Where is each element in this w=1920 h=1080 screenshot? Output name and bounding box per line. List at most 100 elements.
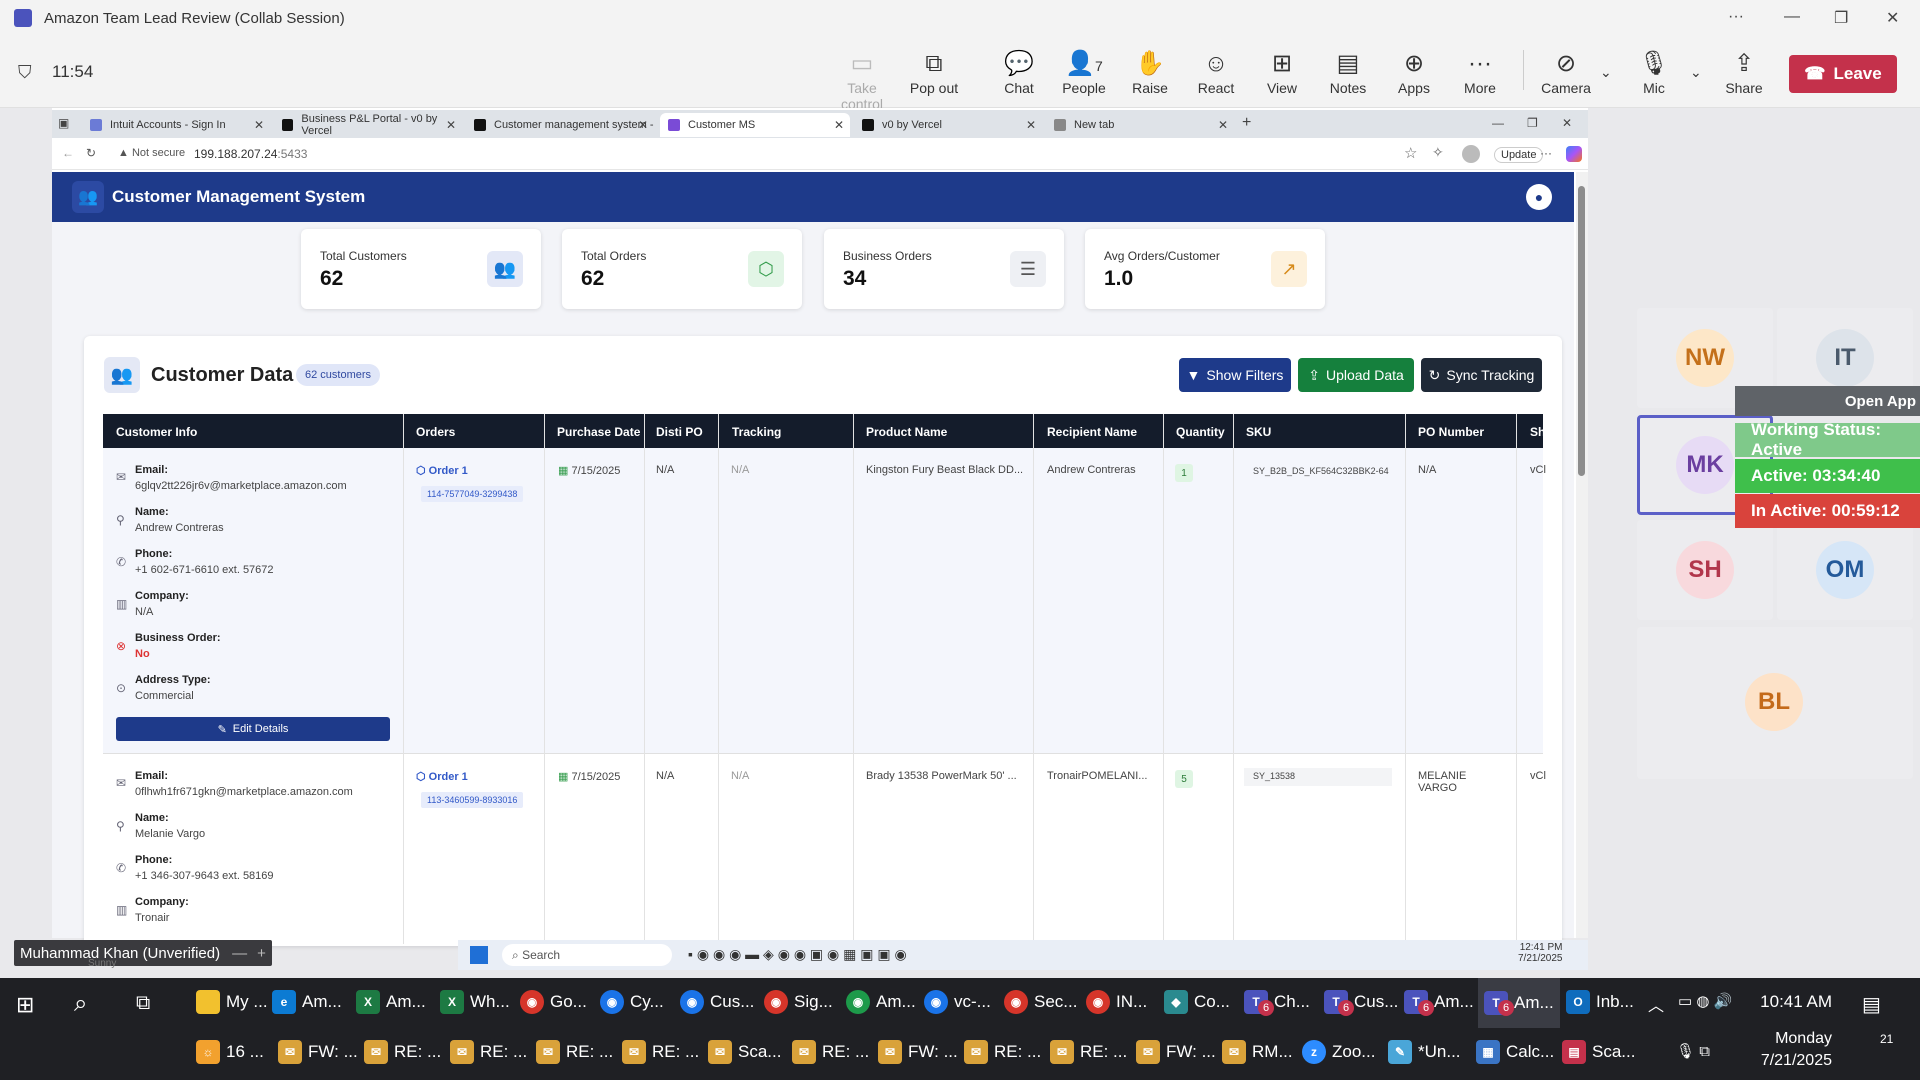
- tab-customer-mgmt[interactable]: Customer management system - ✕: [466, 113, 654, 137]
- take-control-button[interactable]: ▭ Take control: [830, 50, 894, 112]
- mic-button[interactable]: 🎙 Mic: [1622, 50, 1686, 96]
- pop-out-button[interactable]: ⧉ Pop out: [902, 50, 966, 96]
- order-id-badge[interactable]: 113-3460599-8933016: [421, 792, 524, 808]
- taskbar-app[interactable]: ▦ Calc...: [1476, 1040, 1554, 1064]
- browser-maximize-icon[interactable]: ❐: [1527, 116, 1538, 130]
- mic-options-chevron-icon[interactable]: ⌄: [1690, 64, 1702, 81]
- taskbar-app[interactable]: ✉ RE: ...: [792, 1040, 869, 1064]
- remote-start-icon[interactable]: [470, 946, 488, 964]
- battery-network-volume-icons[interactable]: ▭ ◍ 🔊: [1678, 992, 1732, 1010]
- presenter-label[interactable]: Muhammad Khan (Unverified) — +: [14, 940, 272, 966]
- apps-button[interactable]: ⊕ Apps: [1382, 50, 1446, 96]
- show-filters-button[interactable]: ▼ Show Filters: [1179, 358, 1291, 392]
- taskbar-app[interactable]: ✉ FW: ...: [1136, 1040, 1216, 1064]
- taskbar-app[interactable]: T 6 Ch...: [1244, 990, 1310, 1016]
- taskbar-app[interactable]: ✉ RM...: [1222, 1040, 1293, 1064]
- bookmark-star-icon[interactable]: ☆: [1404, 144, 1417, 162]
- people-button[interactable]: 👤7 People: [1052, 50, 1116, 96]
- tab-new-tab[interactable]: New tab ✕: [1046, 113, 1234, 137]
- tab-close-icon[interactable]: ✕: [638, 118, 648, 132]
- taskbar-app[interactable]: ◆ Co...: [1164, 990, 1230, 1014]
- browser-minimize-icon[interactable]: —: [1492, 116, 1504, 130]
- taskbar-app[interactable]: ✉ FW: ...: [278, 1040, 358, 1064]
- taskbar-app[interactable]: ✉ RE: ...: [536, 1040, 613, 1064]
- camera-button[interactable]: ⊘ Camera: [1534, 50, 1598, 96]
- back-arrow-icon[interactable]: ←: [62, 146, 74, 160]
- share-button[interactable]: ⇪ Share: [1712, 50, 1776, 96]
- scrollbar-thumb[interactable]: [1578, 186, 1585, 476]
- clock-date[interactable]: Monday 7/21/2025: [1761, 1028, 1832, 1072]
- tab-v0[interactable]: v0 by Vercel ✕: [854, 113, 1042, 137]
- taskbar-app[interactable]: e Am...: [272, 990, 342, 1014]
- more-window-options-icon[interactable]: ···: [1728, 8, 1744, 26]
- tab-close-icon[interactable]: ✕: [1218, 118, 1228, 132]
- taskbar-app[interactable]: ✉ Sca...: [708, 1040, 781, 1064]
- taskbar-app[interactable]: X Am...: [356, 990, 426, 1014]
- notes-button[interactable]: ▤ Notes: [1316, 50, 1380, 96]
- not-secure-label[interactable]: ▲ Not secure: [118, 147, 185, 159]
- edit-details-button[interactable]: ✎ Edit Details: [116, 717, 390, 741]
- taskbar-app-active[interactable]: T 6 Am...: [1478, 978, 1560, 1028]
- tab-close-icon[interactable]: ✕: [834, 118, 844, 132]
- taskbar-app[interactable]: ✉ FW: ...: [878, 1040, 958, 1064]
- tab-close-icon[interactable]: ✕: [254, 118, 264, 132]
- show-hidden-icons-chevron[interactable]: ︿: [1648, 992, 1664, 1016]
- tab-pl-portal[interactable]: Business P&L Portal - v0 by Vercel ✕: [274, 113, 462, 137]
- participant-tile-sh[interactable]: SH: [1637, 520, 1773, 620]
- participant-tile-om[interactable]: OM: [1777, 520, 1913, 620]
- user-account-icon[interactable]: ●: [1526, 184, 1552, 210]
- tab-actions-icon[interactable]: ▣: [58, 116, 69, 130]
- mic-tray-icon[interactable]: 🎙 ⧉: [1676, 1042, 1710, 1060]
- maximize-icon[interactable]: ❐: [1834, 8, 1848, 28]
- update-button[interactable]: Update: [1494, 147, 1544, 163]
- copilot-icon[interactable]: [1566, 146, 1582, 162]
- more-button[interactable]: ··· More: [1448, 50, 1512, 96]
- leave-button[interactable]: ☎ Leave: [1789, 55, 1897, 93]
- taskbar-app[interactable]: ◉ Cus...: [680, 990, 754, 1014]
- taskbar-app[interactable]: ✉ RE: ...: [450, 1040, 527, 1064]
- taskbar-app[interactable]: ✉ RE: ...: [364, 1040, 441, 1064]
- taskbar-app[interactable]: ✉ RE: ...: [1050, 1040, 1127, 1064]
- profile-avatar[interactable]: [1462, 145, 1480, 163]
- taskbar-app[interactable]: ☼ 16 ...: [196, 1040, 264, 1064]
- new-tab-plus-icon[interactable]: +: [1242, 114, 1251, 132]
- taskbar-app[interactable]: ◉ Sec...: [1004, 990, 1077, 1014]
- camera-options-chevron-icon[interactable]: ⌄: [1600, 64, 1612, 81]
- raise-hand-button[interactable]: ✋ Raise: [1118, 50, 1182, 96]
- tab-close-icon[interactable]: ✕: [1026, 118, 1036, 132]
- browser-menu-icon[interactable]: ···: [1540, 146, 1552, 160]
- taskbar-app[interactable]: ▤ Sca...: [1562, 1040, 1635, 1064]
- task-view-icon[interactable]: ⧉: [136, 992, 150, 1015]
- taskbar-app[interactable]: ✉ RE: ...: [622, 1040, 699, 1064]
- order-link[interactable]: ⬡ Order 1: [416, 770, 468, 783]
- taskbar-app[interactable]: T 6 Cus...: [1324, 990, 1398, 1016]
- tab-close-icon[interactable]: ✕: [446, 118, 456, 132]
- taskbar-app[interactable]: ◉ Cy...: [600, 990, 664, 1014]
- taskbar-app[interactable]: O Inb...: [1566, 990, 1634, 1014]
- close-icon[interactable]: ✕: [1886, 8, 1899, 28]
- taskbar-app[interactable]: My ...: [196, 990, 268, 1014]
- search-icon[interactable]: ⌕: [74, 990, 87, 1018]
- taskbar-app[interactable]: X Wh...: [440, 990, 510, 1014]
- reload-icon[interactable]: ↻: [86, 146, 96, 160]
- tab-customer-ms[interactable]: Customer MS ✕: [660, 113, 850, 137]
- taskbar-app[interactable]: ◉ Sig...: [764, 990, 833, 1014]
- taskbar-app[interactable]: z Zoo...: [1302, 1040, 1375, 1064]
- taskbar-app[interactable]: ◉ vc-...: [924, 990, 991, 1014]
- remote-search-box[interactable]: ⌕ Search: [502, 944, 672, 966]
- tab-intuit[interactable]: Intuit Accounts - Sign In ✕: [82, 113, 270, 137]
- address-url[interactable]: 199.188.207.24:5433: [194, 147, 307, 161]
- sync-tracking-button[interactable]: ↻ Sync Tracking: [1421, 358, 1542, 392]
- notification-center-icon[interactable]: ▤: [1862, 992, 1881, 1017]
- order-id-badge[interactable]: 114-7577049-3299438: [421, 486, 524, 502]
- taskbar-app[interactable]: ✎ *Un...: [1388, 1040, 1461, 1064]
- windows-start-icon[interactable]: ⊞: [16, 992, 34, 1018]
- minimize-icon[interactable]: —: [1784, 8, 1800, 26]
- open-app-banner[interactable]: Open App: [1735, 386, 1920, 416]
- upload-data-button[interactable]: ⇪ Upload Data: [1298, 358, 1414, 392]
- taskbar-app[interactable]: T 6 Am...: [1404, 990, 1474, 1016]
- browser-close-icon[interactable]: ✕: [1562, 116, 1572, 130]
- clock-time[interactable]: 10:41 AM: [1760, 992, 1832, 1012]
- participant-tile-bl[interactable]: BL: [1637, 627, 1913, 779]
- taskbar-app[interactable]: ✉ RE: ...: [964, 1040, 1041, 1064]
